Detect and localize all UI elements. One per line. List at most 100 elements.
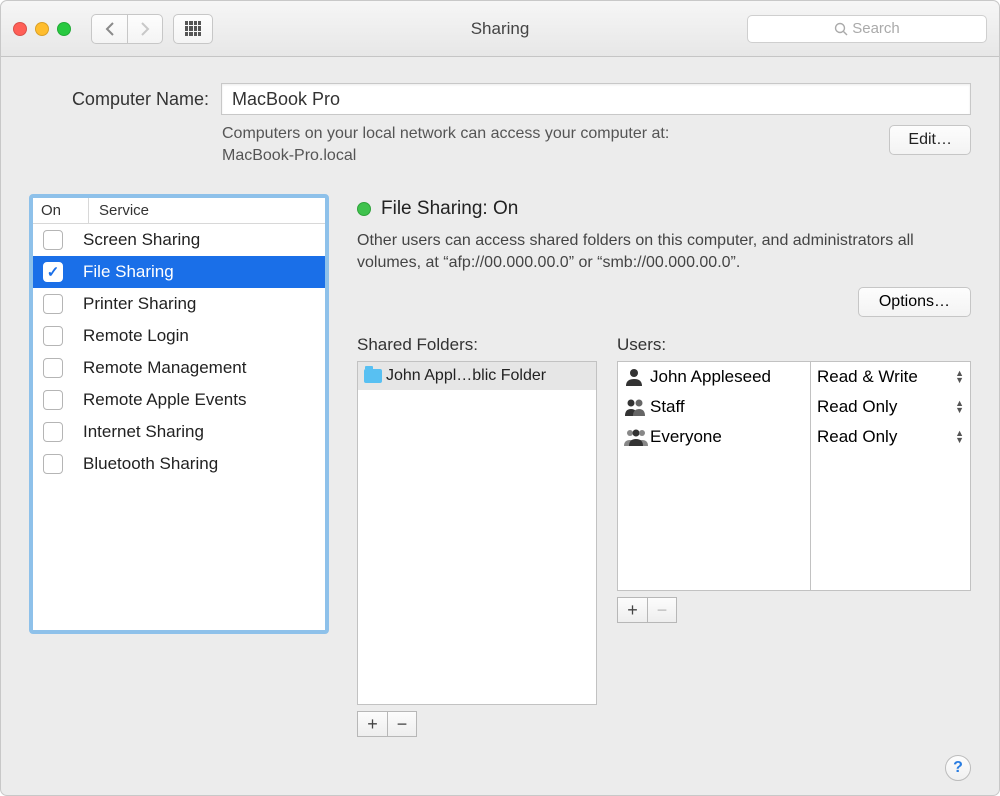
service-checkbox[interactable] <box>43 230 63 250</box>
service-checkbox[interactable] <box>43 262 63 282</box>
search-placeholder: Search <box>852 20 900 37</box>
search-icon <box>834 22 848 36</box>
show-all-button[interactable] <box>173 14 213 44</box>
service-row[interactable]: Remote Apple Events <box>33 384 325 416</box>
remove-folder-button[interactable]: − <box>387 711 417 737</box>
permission-label: Read & Write <box>817 367 918 387</box>
remove-user-button[interactable]: − <box>647 597 677 623</box>
computer-desc-line1: Computers on your local network can acce… <box>222 125 669 142</box>
main-area: On Service Screen Sharing File Sharing Pri… <box>29 194 971 737</box>
service-row[interactable]: Internet Sharing <box>33 416 325 448</box>
permission-label: Read Only <box>817 427 897 447</box>
service-checkbox[interactable] <box>43 326 63 346</box>
permission-label: Read Only <box>817 397 897 417</box>
service-label: Internet Sharing <box>83 422 204 442</box>
window-controls <box>13 22 71 36</box>
folders-plusminus: + − <box>357 711 597 737</box>
computer-name-input[interactable] <box>221 83 971 115</box>
sharing-preferences-window: Sharing Search Computer Name: Computers … <box>0 0 1000 796</box>
services-header-on: On <box>33 198 89 223</box>
content-area: Computer Name: Computers on your local n… <box>1 57 999 755</box>
computer-name-row: Computer Name: <box>29 83 971 115</box>
edit-button[interactable]: Edit… <box>889 125 971 155</box>
computer-desc: Computers on your local network can acce… <box>222 123 877 166</box>
user-row[interactable]: Staff <box>618 392 810 422</box>
folder-name: John Appl…blic Folder <box>386 367 546 385</box>
service-row[interactable]: Remote Management <box>33 352 325 384</box>
service-row[interactable]: Screen Sharing <box>33 224 325 256</box>
services-body: Screen Sharing File Sharing Printer Sharin… <box>33 224 325 480</box>
service-checkbox[interactable] <box>43 294 63 314</box>
zoom-window-button[interactable] <box>57 22 71 36</box>
service-checkbox[interactable] <box>43 390 63 410</box>
permission-selector[interactable]: Read Only ▲▼ <box>811 422 970 452</box>
status-indicator-icon <box>357 202 371 216</box>
status-row: File Sharing: On <box>357 198 971 220</box>
user-name: John Appleseed <box>650 367 771 387</box>
service-label: Remote Login <box>83 326 189 346</box>
stepper-icon: ▲▼ <box>955 370 964 384</box>
users-list[interactable]: John Appleseed Staff Everyone <box>617 361 811 591</box>
service-label: Bluetooth Sharing <box>83 454 218 474</box>
shared-folders-label: Shared Folders: <box>357 335 597 355</box>
computer-desc-line2: MacBook-Pro.local <box>222 147 356 164</box>
user-row[interactable]: John Appleseed <box>618 362 810 392</box>
lists-row: Shared Folders: John Appl…blic Folder + … <box>357 335 971 737</box>
status-title: File Sharing: On <box>381 198 518 220</box>
service-label: Printer Sharing <box>83 294 196 314</box>
search-container: Search <box>747 15 987 43</box>
add-folder-button[interactable]: + <box>357 711 387 737</box>
minimize-window-button[interactable] <box>35 22 49 36</box>
shared-folders-column: Shared Folders: John Appl…blic Folder + … <box>357 335 597 737</box>
stepper-icon: ▲▼ <box>955 400 964 414</box>
service-label: Remote Apple Events <box>83 390 246 410</box>
service-checkbox[interactable] <box>43 422 63 442</box>
service-label: Remote Management <box>83 358 246 378</box>
service-checkbox[interactable] <box>43 358 63 378</box>
permissions-list: Read & Write ▲▼ Read Only ▲▼ Read Only ▲▼ <box>811 361 971 591</box>
users-column: Users: John AppleseedStaffEveryone Read … <box>617 335 971 737</box>
user-row[interactable]: Everyone <box>618 422 810 452</box>
user-icon <box>624 398 644 416</box>
permission-selector[interactable]: Read & Write ▲▼ <box>811 362 970 392</box>
services-header-service: Service <box>89 198 325 223</box>
titlebar: Sharing Search <box>1 1 999 57</box>
service-label: File Sharing <box>83 262 174 282</box>
service-checkbox[interactable] <box>43 454 63 474</box>
options-button[interactable]: Options… <box>858 287 971 317</box>
permission-selector[interactable]: Read Only ▲▼ <box>811 392 970 422</box>
user-name: Everyone <box>650 427 722 447</box>
user-icon <box>624 368 644 386</box>
folder-row[interactable]: John Appl…blic Folder <box>358 362 596 390</box>
help-button[interactable]: ? <box>945 755 971 781</box>
add-user-button[interactable]: + <box>617 597 647 623</box>
service-row[interactable]: Printer Sharing <box>33 288 325 320</box>
service-row[interactable]: File Sharing <box>33 256 325 288</box>
users-plusminus: + − <box>617 597 971 623</box>
detail-panel: File Sharing: On Other users can access … <box>357 194 971 737</box>
search-input[interactable]: Search <box>747 15 987 43</box>
grid-icon <box>185 21 201 37</box>
services-list: On Service Screen Sharing File Sharing Pri… <box>29 194 329 634</box>
back-button[interactable] <box>91 14 127 44</box>
status-description: Other users can access shared folders on… <box>357 230 971 273</box>
stepper-icon: ▲▼ <box>955 430 964 444</box>
window-title: Sharing <box>471 19 530 39</box>
help-row: ? <box>1 755 999 795</box>
services-header: On Service <box>33 198 325 224</box>
computer-name-label: Computer Name: <box>29 89 209 110</box>
user-icon <box>624 428 644 446</box>
service-row[interactable]: Bluetooth Sharing <box>33 448 325 480</box>
service-row[interactable]: Remote Login <box>33 320 325 352</box>
folder-icon <box>364 369 382 383</box>
close-window-button[interactable] <box>13 22 27 36</box>
forward-button[interactable] <box>127 14 163 44</box>
chevron-left-icon <box>105 22 115 36</box>
chevron-right-icon <box>140 22 150 36</box>
nav-buttons <box>91 14 163 44</box>
users-wrap: John Appleseed Staff Everyone Read & Write… <box>617 361 971 591</box>
service-label: Screen Sharing <box>83 230 200 250</box>
user-name: Staff <box>650 397 685 417</box>
computer-desc-row: Computers on your local network can acce… <box>29 123 971 166</box>
shared-folders-list[interactable]: John Appl…blic Folder <box>357 361 597 705</box>
